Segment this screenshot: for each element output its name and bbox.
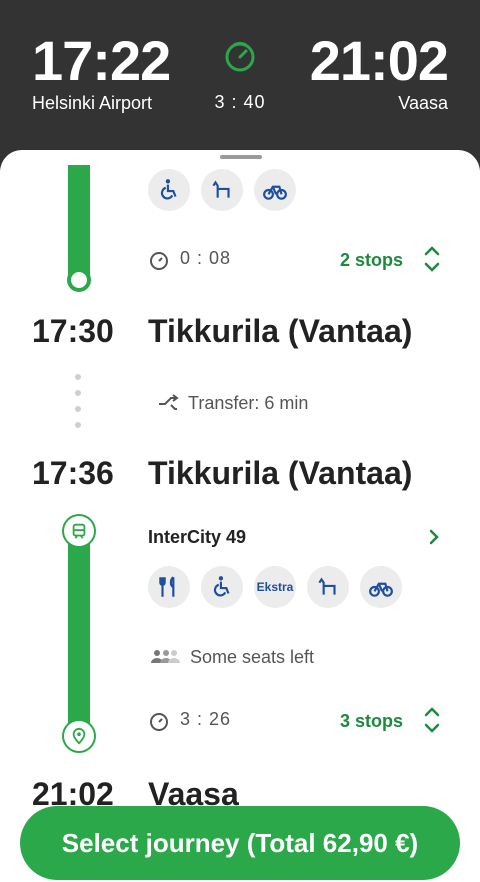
departure-time: 17:22 [32,29,171,92]
route-end-marker [67,268,91,292]
arrival-place: Vaasa [398,93,448,113]
route-line-segment-2 [68,518,90,734]
route-line-segment-1 [68,165,90,283]
stops-toggle[interactable]: 2 stops [340,250,403,271]
station-name[interactable]: Tikkurila (Vantaa) [148,455,412,492]
bicycle-icon [360,566,402,608]
departure-place: Helsinki Airport [32,93,153,113]
arrival-time: 21:02 [309,29,449,92]
restaurant-icon [148,566,190,608]
transfer-dot [75,374,81,380]
segment-duration: 3 : 26 [180,709,232,729]
segment-duration: 0 : 08 [180,248,232,268]
bicycle-icon [254,169,296,211]
wheelchair-icon [201,566,243,608]
transfer-dot [75,406,81,412]
stopwatch-icon [150,252,168,270]
drag-handle[interactable] [220,155,262,159]
transfer-dot [75,390,81,396]
wheelchair-icon [148,169,190,211]
train-icon [64,516,94,546]
expand-collapse-icon[interactable] [422,705,442,735]
seat-availability: Some seats left [190,647,315,667]
total-duration: 3 : 40 [214,92,266,112]
transfer-label: Transfer: 6 min [188,393,309,413]
stop-time: 17:36 [32,455,114,491]
pet-icon [307,566,349,608]
chevron-right-icon[interactable] [424,527,444,547]
journey-details-sheet[interactable]: 0 : 08 2 stops 17:30 Tikkurila (Vantaa) … [0,150,480,882]
select-journey-button[interactable]: Select journey (Total 62,90 €) [20,806,460,880]
station-name[interactable]: Tikkurila (Vantaa) [148,313,412,350]
stopwatch-icon [225,42,255,72]
train-name[interactable]: InterCity 49 [148,527,246,548]
ekstra-badge: Ekstra [254,566,296,608]
ekstra-label: Ekstra [256,580,294,594]
expand-collapse-icon[interactable] [422,244,442,274]
stops-toggle[interactable]: 3 stops [340,711,403,732]
location-pin-icon [64,721,94,751]
people-icon [151,650,180,663]
transfer-icon [159,394,179,410]
transfer-dot [75,422,81,428]
stop-time: 17:30 [32,313,114,349]
journey-header: 17:22 Helsinki Airport 3 : 40 21:02 Vaas… [0,0,480,170]
pet-icon [201,169,243,211]
stopwatch-icon [150,713,168,731]
